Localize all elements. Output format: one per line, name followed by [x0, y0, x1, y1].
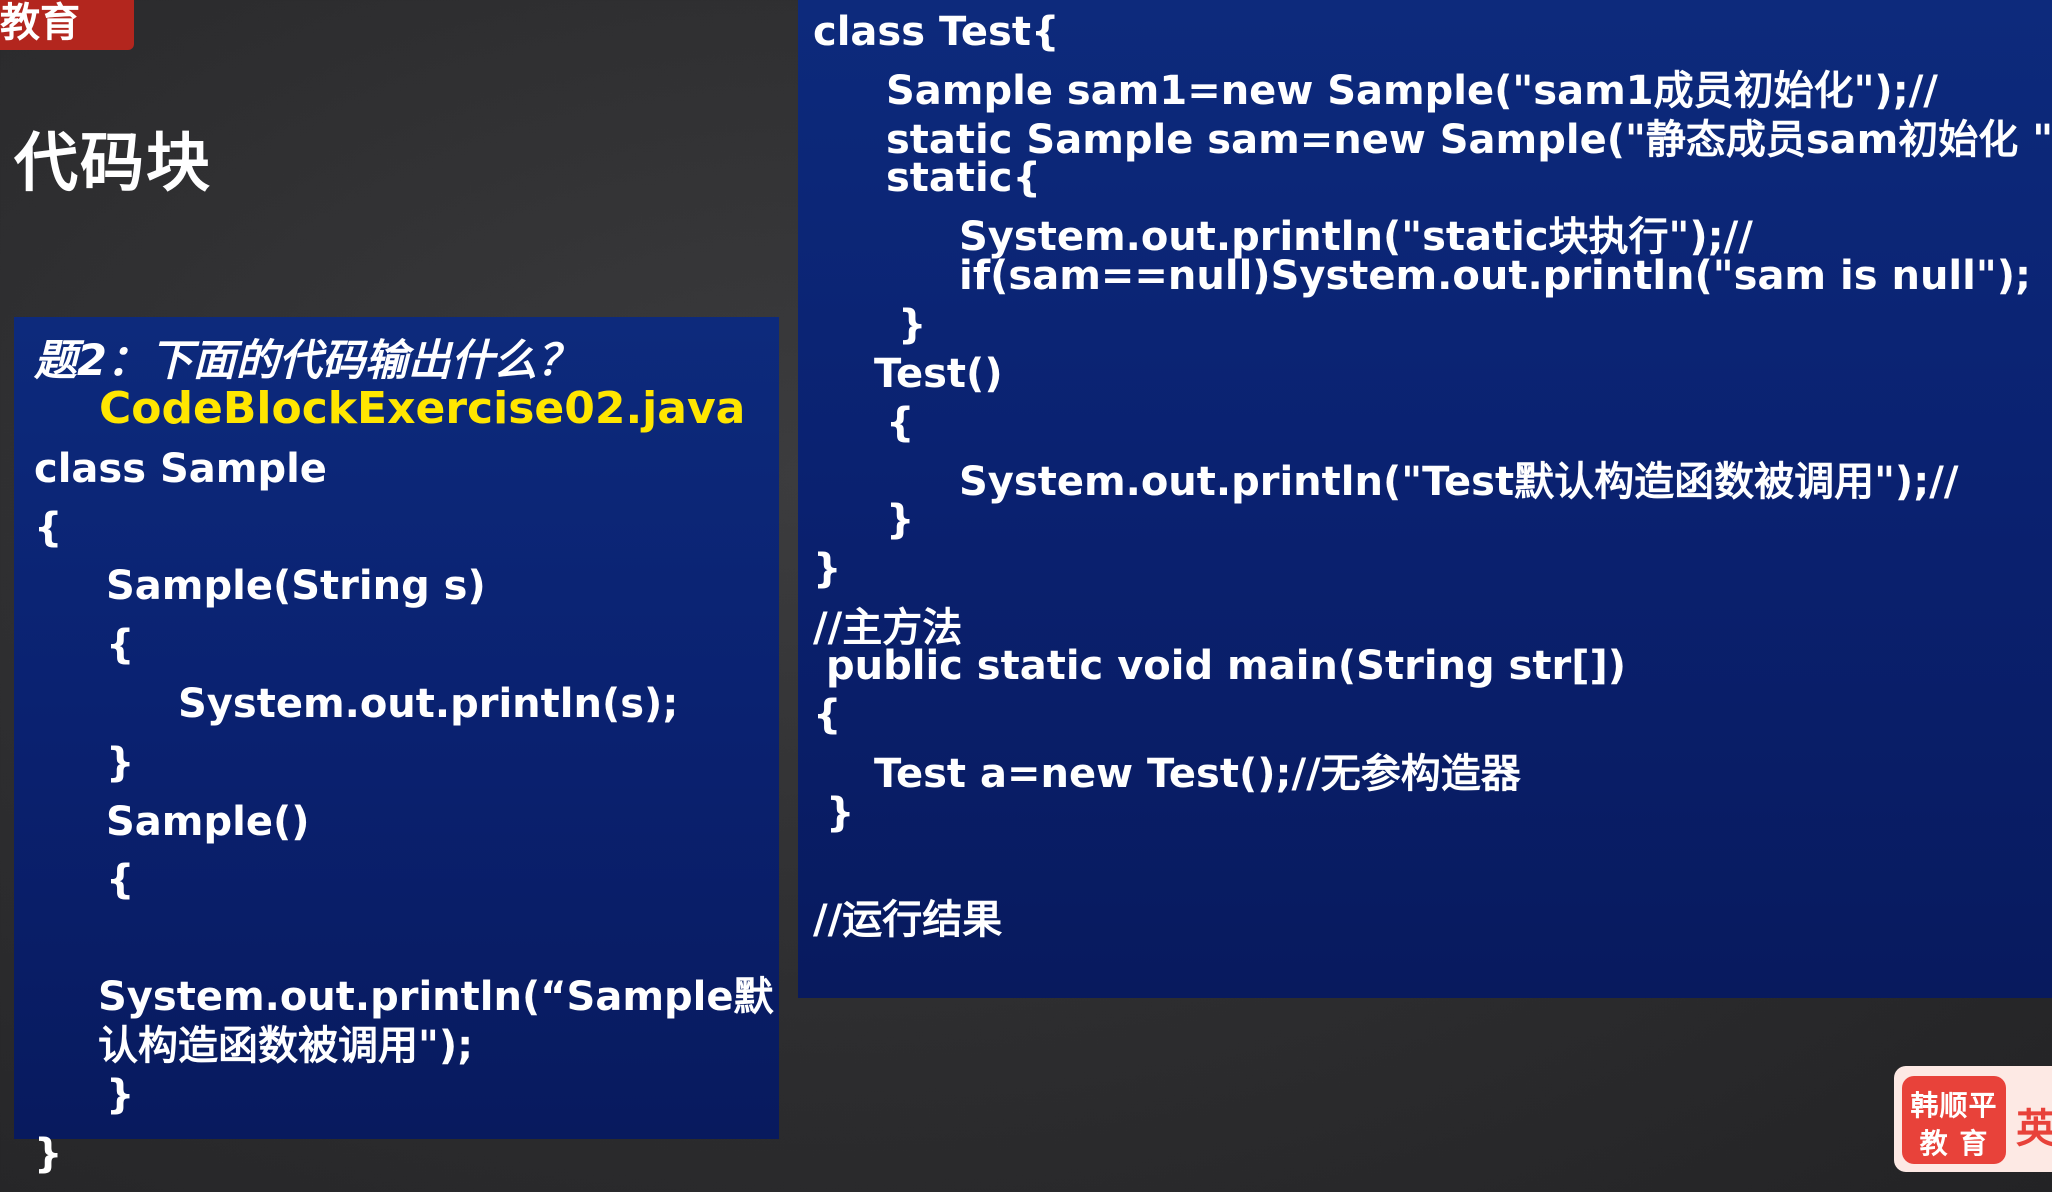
brand-logo-side-text: 英	[2016, 1106, 2052, 1152]
code-line: public static void main(String str[])	[826, 643, 1627, 689]
code-line: }	[34, 1131, 63, 1177]
code-comment: //运行结果	[813, 897, 1003, 943]
brand-logo-mark: 韩顺平 教 育	[1902, 1076, 2006, 1164]
code-line: }	[106, 1072, 135, 1118]
code-line: }	[813, 546, 842, 592]
brand-fragment-text: 教育	[0, 0, 80, 46]
brand-logo-line1: 韩顺平	[1910, 1089, 1998, 1122]
brand-logo-line2: 教 育	[1919, 1127, 1989, 1160]
code-line: if(sam==null)System.out.println("sam is …	[959, 253, 2031, 299]
code-line: Test()	[874, 351, 1003, 397]
code-line: System.out.println("Test默认构造函数被调用");//	[959, 459, 1959, 505]
code-line: }	[106, 740, 135, 786]
code-line: Sample(String s)	[106, 563, 486, 609]
page-title: 代码块	[14, 127, 212, 201]
code-line: {	[34, 505, 63, 551]
code-line: {	[886, 400, 915, 446]
code-line: {	[106, 857, 135, 903]
code-line: Sample()	[106, 799, 310, 845]
brand-corner-badge: 教育	[0, 0, 134, 50]
code-line: static Sample sam=new Sample("静态成员sam初始化…	[886, 117, 2052, 163]
filename-text: CodeBlockExercise02.java	[99, 383, 746, 434]
code-line: Test a=new Test();//无参构造器	[874, 751, 1521, 797]
code-line: class Test{	[813, 9, 1060, 55]
code-line: static{	[886, 155, 1041, 201]
code-line: 认构造函数被调用");	[98, 1023, 474, 1069]
question-text: 题2：下面的代码输出什么？	[34, 336, 580, 386]
code-line: }	[886, 497, 915, 543]
brand-logo: 韩顺平 教 育 英	[1894, 1066, 2052, 1172]
code-line: }	[826, 790, 855, 836]
code-line: }	[898, 302, 927, 348]
code-line: System.out.println(s);	[178, 681, 679, 727]
code-line: {	[813, 692, 842, 738]
code-line: class Sample	[34, 446, 327, 492]
code-line: {	[106, 622, 135, 668]
